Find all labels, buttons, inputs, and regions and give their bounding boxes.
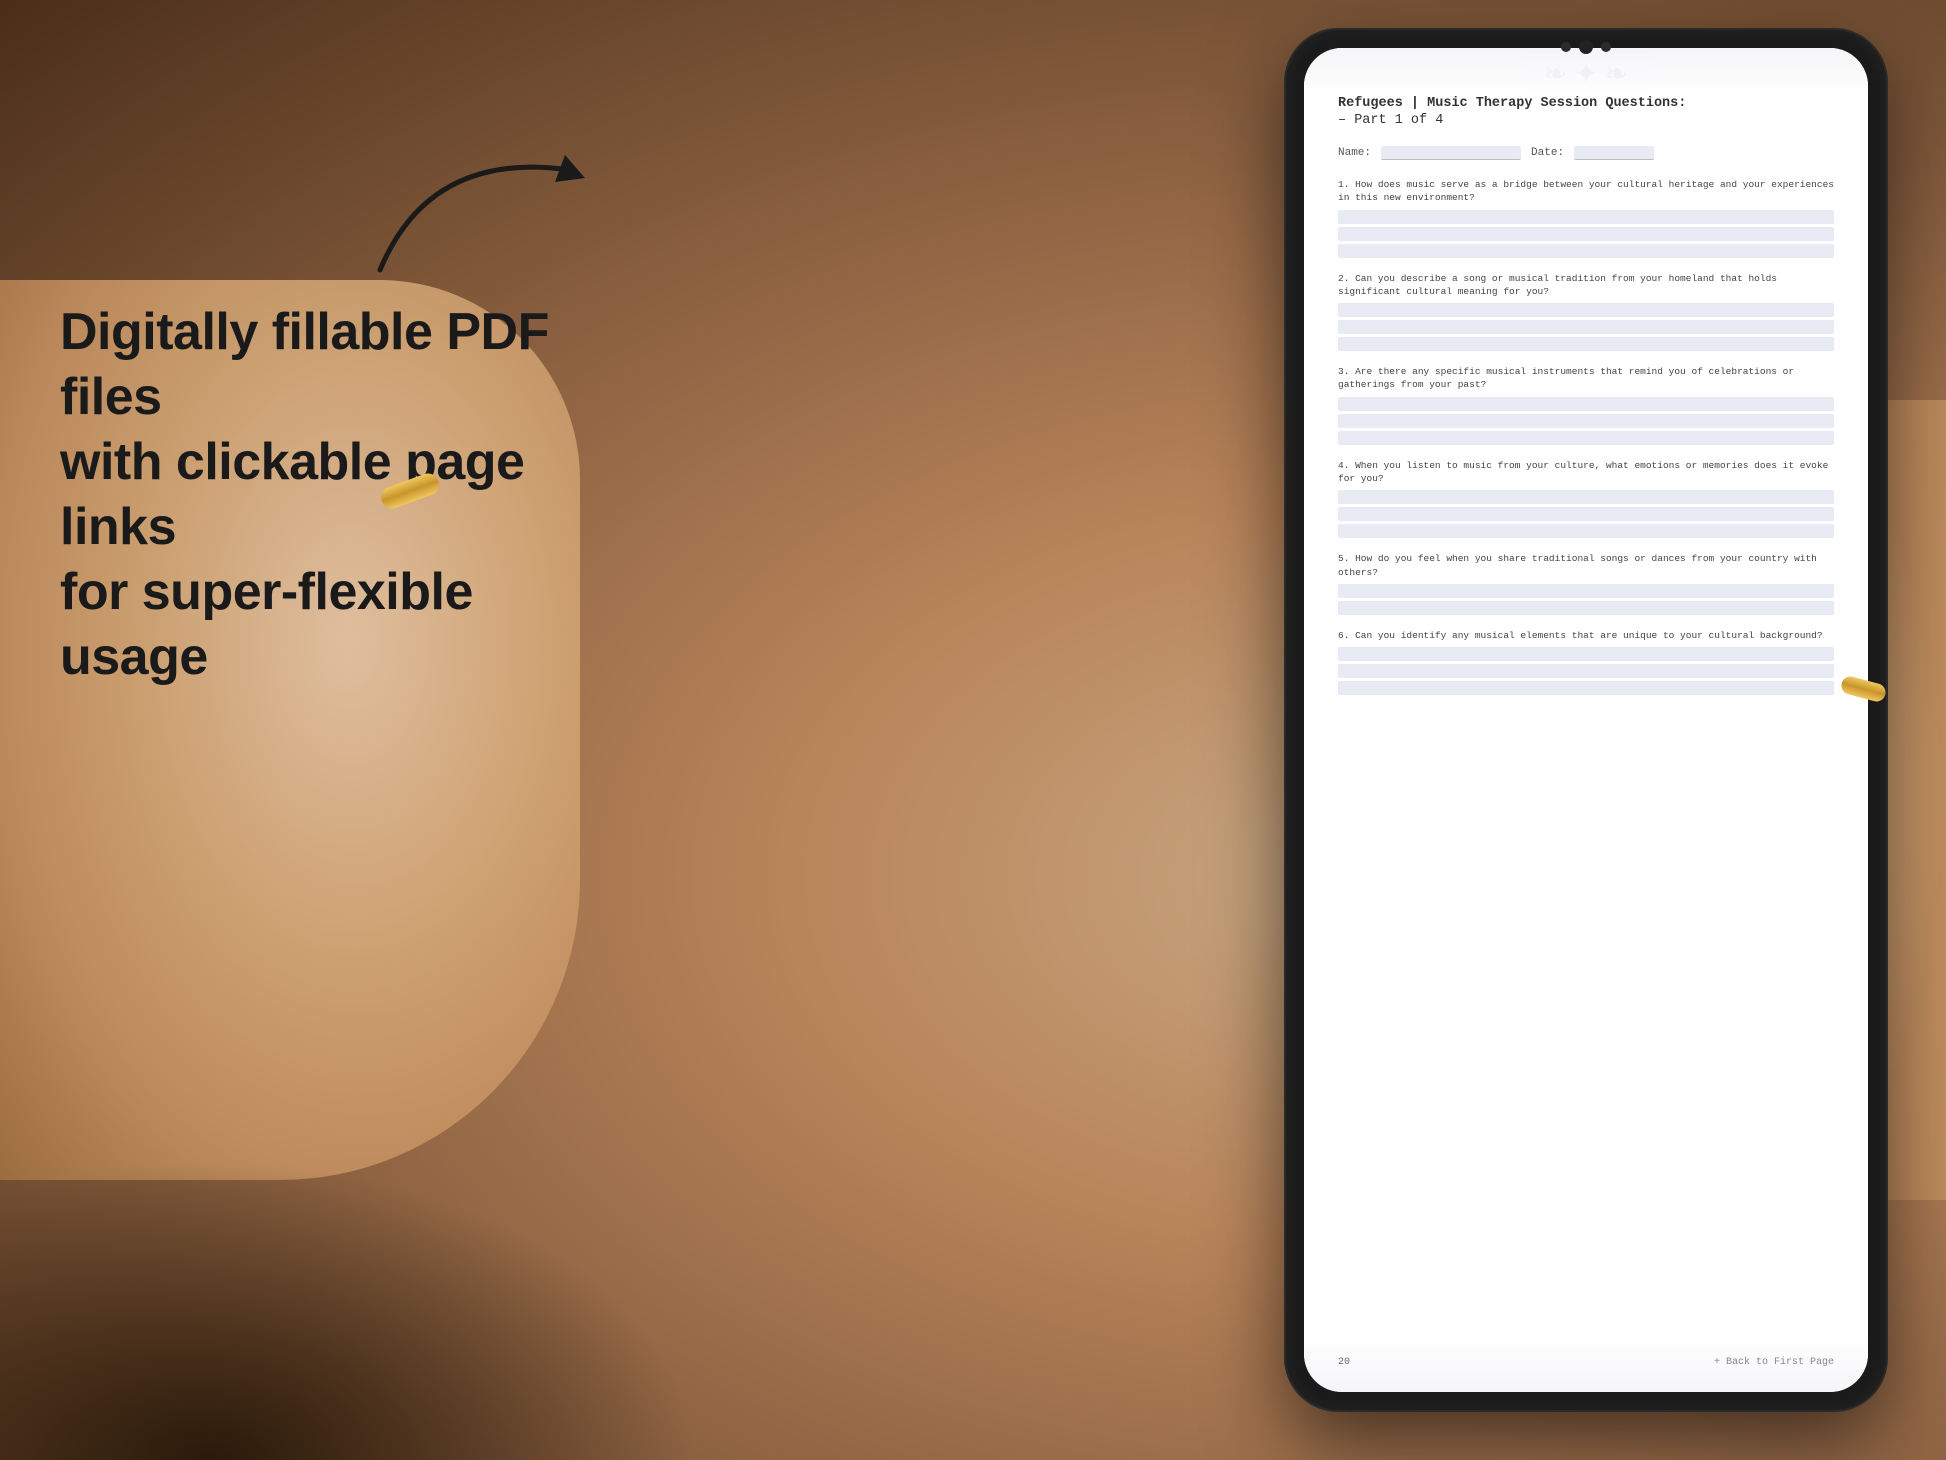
question-2-answer bbox=[1338, 303, 1834, 351]
answer-line[interactable] bbox=[1338, 664, 1834, 678]
arrow-container bbox=[350, 130, 630, 290]
answer-line[interactable] bbox=[1338, 584, 1834, 598]
answer-line[interactable] bbox=[1338, 303, 1834, 317]
question-4-answer bbox=[1338, 490, 1834, 538]
answer-line[interactable] bbox=[1338, 524, 1834, 538]
promo-line-2: with clickable page links bbox=[60, 433, 524, 556]
question-6: 6. Can you identify any musical elements… bbox=[1338, 629, 1834, 695]
camera-dot-left bbox=[1561, 42, 1571, 52]
answer-line[interactable] bbox=[1338, 507, 1834, 521]
doc-subtitle: – Part 1 of 4 bbox=[1338, 113, 1834, 128]
question-3: 3. Are there any specific musical instru… bbox=[1338, 365, 1834, 445]
answer-line[interactable] bbox=[1338, 490, 1834, 504]
camera-dot-right bbox=[1601, 42, 1611, 52]
question-1-text: 1. How does music serve as a bridge betw… bbox=[1338, 178, 1834, 205]
answer-line[interactable] bbox=[1338, 414, 1834, 428]
question-5: 5. How do you feel when you share tradit… bbox=[1338, 552, 1834, 615]
name-field[interactable] bbox=[1381, 146, 1521, 160]
answer-line[interactable] bbox=[1338, 244, 1834, 258]
question-4: 4. When you listen to music from your cu… bbox=[1338, 459, 1834, 539]
tablet-camera bbox=[1561, 40, 1611, 54]
question-1: 1. How does music serve as a bridge betw… bbox=[1338, 178, 1834, 258]
answer-line[interactable] bbox=[1338, 647, 1834, 661]
tablet-frame: ❧ ✦ ❧ Refugees | Music Therapy Session Q… bbox=[1286, 30, 1886, 1410]
tablet-screen: ❧ ✦ ❧ Refugees | Music Therapy Session Q… bbox=[1304, 48, 1868, 1392]
name-date-row: Name: Date: bbox=[1338, 146, 1834, 160]
tablet: ❧ ✦ ❧ Refugees | Music Therapy Session Q… bbox=[1286, 30, 1886, 1410]
answer-line[interactable] bbox=[1338, 210, 1834, 224]
svg-text:❧ ✦ ❧: ❧ ✦ ❧ bbox=[1544, 59, 1628, 90]
document-content: ❧ ✦ ❧ Refugees | Music Therapy Session Q… bbox=[1304, 48, 1868, 1392]
doc-header-pattern: ❧ ✦ ❧ bbox=[1304, 48, 1868, 98]
question-2-text: 2. Can you describe a song or musical tr… bbox=[1338, 272, 1834, 299]
camera-dot-center bbox=[1579, 40, 1593, 54]
question-5-answer bbox=[1338, 584, 1834, 615]
back-to-first-link[interactable]: + Back to First Page bbox=[1714, 1357, 1834, 1368]
answer-line[interactable] bbox=[1338, 227, 1834, 241]
question-5-text: 5. How do you feel when you share tradit… bbox=[1338, 552, 1834, 579]
answer-line[interactable] bbox=[1338, 431, 1834, 445]
date-field[interactable] bbox=[1574, 146, 1654, 160]
doc-footer: 20 + Back to First Page bbox=[1338, 1357, 1834, 1368]
answer-line[interactable] bbox=[1338, 601, 1834, 615]
answer-line[interactable] bbox=[1338, 397, 1834, 411]
question-4-text: 4. When you listen to music from your cu… bbox=[1338, 459, 1834, 486]
date-label: Date: bbox=[1531, 147, 1564, 159]
promo-line-1: Digitally fillable PDF files bbox=[60, 303, 549, 426]
page-number: 20 bbox=[1338, 1357, 1350, 1368]
promo-text: Digitally fillable PDF files with clicka… bbox=[60, 300, 560, 690]
question-6-answer bbox=[1338, 647, 1834, 695]
left-panel-text: Digitally fillable PDF files with clicka… bbox=[60, 300, 560, 690]
question-3-answer bbox=[1338, 397, 1834, 445]
answer-line[interactable] bbox=[1338, 320, 1834, 334]
question-3-text: 3. Are there any specific musical instru… bbox=[1338, 365, 1834, 392]
doc-title: Refugees | Music Therapy Session Questio… bbox=[1338, 96, 1834, 111]
question-2: 2. Can you describe a song or musical tr… bbox=[1338, 272, 1834, 352]
answer-line[interactable] bbox=[1338, 681, 1834, 695]
question-1-answer bbox=[1338, 210, 1834, 258]
answer-line[interactable] bbox=[1338, 337, 1834, 351]
name-label: Name: bbox=[1338, 147, 1371, 159]
promo-line-3: for super-flexible usage bbox=[60, 563, 473, 686]
questions-list: 1. How does music serve as a bridge betw… bbox=[1338, 178, 1834, 695]
dark-bottom-overlay bbox=[0, 1160, 700, 1460]
question-6-text: 6. Can you identify any musical elements… bbox=[1338, 629, 1834, 642]
